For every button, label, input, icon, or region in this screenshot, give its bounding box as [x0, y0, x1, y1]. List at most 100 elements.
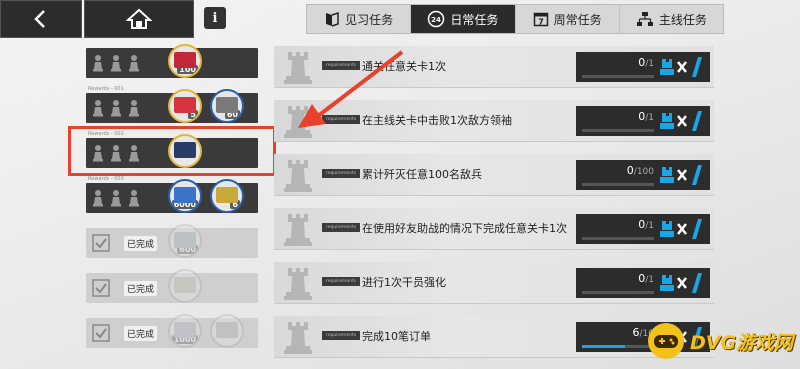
pawn-icon [128, 189, 140, 207]
task-description: 进行1次干员强化 [362, 276, 446, 289]
rook-watermark-icon [280, 318, 316, 356]
progress-current: 0 [626, 164, 634, 177]
progress-count: 0/1 [638, 218, 654, 231]
back-arrow-icon [34, 10, 45, 28]
completed-checkmark-icon [92, 234, 110, 252]
tab-label: 周常任务 [553, 12, 602, 27]
info-button[interactable]: i [204, 7, 226, 29]
tab-daily[interactable]: 24 日常任务 [411, 5, 516, 33]
reward-item[interactable]: 6 [210, 179, 244, 213]
requirement-tag: requirements [322, 169, 360, 178]
watermark-text: DVG游戏网 [690, 331, 794, 354]
completed-label: 已完成 [124, 281, 158, 296]
task-progress: 0/1 [576, 106, 710, 136]
reward-item[interactable]: 100 [168, 44, 202, 78]
pawn-icon [92, 54, 104, 72]
progress-track [582, 237, 654, 240]
claim-status-icon[interactable] [658, 55, 706, 79]
item-art-icon [174, 322, 196, 338]
pawn-icon [110, 189, 122, 207]
pawn-icon [128, 54, 140, 72]
site-watermark: DVG游戏网 [648, 318, 796, 364]
24h-icon: 24 [427, 10, 445, 28]
completed-label: 已完成 [124, 326, 158, 341]
task-description: 通关任意关卡1次 [362, 60, 446, 73]
progress-count: 0/1 [638, 272, 654, 285]
tab-label: 主线任务 [658, 12, 707, 27]
progress-track [582, 75, 654, 78]
tab-weekly[interactable]: 7 周常任务 [516, 5, 620, 33]
item-art-icon [174, 277, 196, 293]
rook-watermark-icon [280, 102, 316, 140]
task-description: 在使用好友助战的情况下完成任意关卡1次 [362, 222, 567, 235]
pawn-icon [92, 99, 104, 117]
task-progress: 0/100 [576, 160, 710, 190]
progress-total: 1 [648, 59, 654, 69]
progress-current: 6 [632, 326, 640, 339]
progress-total: 1 [648, 275, 654, 285]
progress-total: 1 [648, 113, 654, 123]
tab-trainee[interactable]: 见习任务 [307, 5, 412, 33]
requirement-tag: requirements [322, 223, 360, 232]
claim-status-icon[interactable] [658, 163, 706, 187]
progress-fill [582, 345, 626, 348]
reward-tier[interactable]: Rewards - 003 6000 6 [86, 176, 258, 213]
svg-text:7: 7 [538, 18, 544, 27]
rook-watermark-icon [280, 156, 316, 194]
task-row[interactable]: requirements 通关任意关卡1次 0/1 [274, 46, 714, 88]
completed-label: 已完成 [124, 236, 158, 251]
reward-tier[interactable]: 已完成 1000 [86, 314, 258, 348]
reward-item[interactable] [210, 314, 244, 348]
reward-item[interactable] [168, 269, 202, 303]
task-description: 累计歼灭任意100名敌兵 [362, 168, 482, 181]
progress-count: 0/100 [627, 164, 654, 177]
task-row[interactable]: requirements 在主线关卡中击败1次敌方领袖 0/1 [274, 100, 714, 142]
completed-checkmark-icon [92, 279, 110, 297]
reward-tier[interactable]: 已完成 600 [86, 224, 258, 258]
requirement-tag: requirements [322, 61, 360, 70]
reward-item[interactable]: 1000 [168, 314, 202, 348]
task-tabs: 见习任务 24 日常任务 7 周常任务 主线任务 [306, 4, 724, 34]
reward-tier[interactable]: 100 [86, 44, 258, 78]
task-row[interactable]: requirements 进行1次干员强化 0/1 [274, 262, 714, 304]
requirement-tag: requirements [322, 331, 360, 340]
home-icon [126, 8, 152, 29]
task-progress: 0/1 [576, 214, 710, 244]
back-button[interactable] [0, 0, 82, 38]
item-art-icon [174, 232, 196, 248]
calendar-7-icon: 7 [533, 11, 549, 27]
claim-status-icon[interactable] [658, 109, 706, 133]
reward-tier[interactable]: 已完成 [86, 269, 258, 303]
task-row[interactable]: requirements 累计歼灭任意100名敌兵 0/100 [274, 154, 714, 196]
pawn-icon [92, 189, 104, 207]
rook-watermark-icon [280, 264, 316, 302]
home-button[interactable] [84, 0, 194, 38]
claim-status-icon[interactable] [658, 217, 706, 241]
reward-item[interactable]: 5 [168, 89, 202, 123]
task-progress: 0/1 [576, 268, 710, 298]
task-progress: 0/1 [576, 52, 710, 82]
progress-track [582, 129, 654, 132]
pawn-icon [110, 99, 122, 117]
highlight-annotation [68, 126, 276, 176]
pawn-icon [110, 54, 122, 72]
reward-tier[interactable]: Rewards - 001 5 60 [86, 86, 258, 123]
progress-count: 0/1 [638, 56, 654, 69]
item-art-icon [174, 97, 196, 113]
reward-item[interactable]: 600 [168, 224, 202, 258]
tab-label: 见习任务 [345, 12, 394, 27]
tab-main[interactable]: 主线任务 [620, 5, 723, 33]
svg-text:24: 24 [431, 16, 441, 24]
task-description: 完成10笔订单 [362, 330, 431, 343]
task-row[interactable]: requirements 在使用好友助战的情况下完成任意关卡1次 0/1 [274, 208, 714, 250]
tab-label: 日常任务 [450, 12, 499, 27]
reward-caption: Rewards - 001 [88, 86, 124, 92]
rook-watermark-icon [280, 48, 316, 86]
item-art-icon [174, 52, 196, 68]
progress-total: 100 [636, 167, 654, 177]
claim-status-icon[interactable] [658, 271, 706, 295]
book-flag-icon [324, 11, 340, 27]
reward-item[interactable]: 60 [210, 89, 244, 123]
progress-total: 1 [648, 221, 654, 231]
reward-item[interactable]: 6000 [168, 179, 202, 213]
